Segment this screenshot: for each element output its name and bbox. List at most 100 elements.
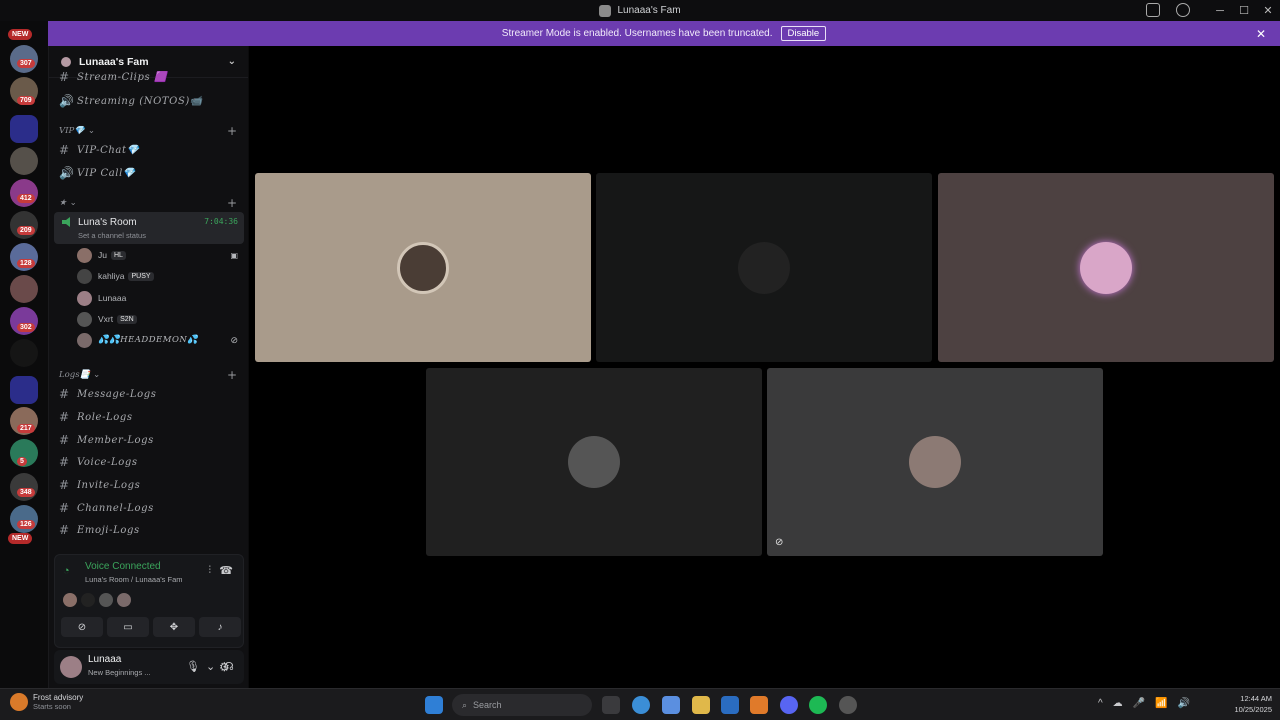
channel-vip-call[interactable]: 🔊 VIP Call💎 [59, 163, 241, 183]
participant-tile[interactable]: ⊘ [767, 368, 1103, 556]
maximize-icon[interactable]: ☐ [1232, 4, 1256, 17]
voice-user[interactable]: 💦💦HEADDEMON💦 ⊘ [77, 331, 242, 349]
noise-suppression-icon[interactable]: ⫶ [209, 565, 212, 576]
category-logs[interactable]: Logs📑 ⌄ + [59, 368, 241, 382]
file-explorer-icon[interactable] [692, 696, 710, 714]
discord-icon[interactable] [780, 696, 798, 714]
channel-label: Channel-Logs [77, 502, 154, 514]
close-icon[interactable]: ✕ [1256, 27, 1266, 41]
category-star[interactable]: ★ ⌄ + [59, 196, 241, 210]
chrome-icon[interactable] [632, 696, 650, 714]
text-channel-icon: # [59, 433, 70, 447]
inbox-icon[interactable] [1146, 3, 1160, 17]
window-title: Lunaaa's Fam [617, 5, 681, 16]
channel-member-logs[interactable]: # Member-Logs [59, 430, 241, 450]
channel-voice-logs[interactable]: # Voice-Logs [59, 452, 241, 472]
chevron-down-icon[interactable]: ⌄ [228, 56, 236, 67]
voice-channel-lunas-room[interactable]: Luna's Room 7:04:36 Set a channel status [54, 212, 244, 244]
clock-date: 10/25/2025 [1234, 705, 1272, 714]
muted-icon: ⊘ [230, 334, 238, 345]
folder-icon[interactable] [10, 115, 38, 143]
server-icon[interactable] [10, 147, 38, 175]
server-icon[interactable] [10, 339, 38, 367]
channel-label: Role-Logs [77, 411, 133, 423]
server-badge: 348 [17, 488, 35, 497]
text-channel-icon: # [59, 143, 70, 157]
server-badge: 709 [17, 96, 35, 105]
channel-status[interactable]: Set a channel status [78, 231, 146, 240]
add-channel-icon[interactable]: + [227, 124, 237, 138]
participant-tile[interactable] [938, 173, 1274, 362]
settings-gear-icon[interactable]: ⚙ [219, 660, 230, 674]
voice-user[interactable]: Lunaaa [77, 289, 242, 307]
app-icon[interactable] [839, 696, 857, 714]
app-icon [599, 4, 612, 17]
chevron-down-icon: ⌄ [87, 126, 95, 136]
channel-vip-chat[interactable]: # VIP-Chat💎 [59, 140, 241, 160]
server-rail: NEW 307 709 412 209 128 302 217 5 348 12… [0, 21, 48, 688]
spotify-icon[interactable] [809, 696, 827, 714]
task-view-icon[interactable] [602, 696, 620, 714]
chevron-down-icon[interactable]: ⌄ [206, 660, 215, 673]
channel-channel-logs[interactable]: # Channel-Logs [59, 498, 241, 518]
avatar[interactable] [60, 656, 82, 678]
server-avatar [61, 56, 71, 67]
voice-user-name: 💦💦HEADDEMON💦 [98, 335, 199, 345]
microphone-icon[interactable]: 🎙 [186, 660, 200, 673]
weather-widget[interactable]: Frost advisory Starts soon [10, 693, 83, 711]
user-tag: S2N [117, 314, 137, 324]
server-icon[interactable] [10, 275, 38, 303]
weather-alert-icon [10, 693, 28, 711]
copilot-icon[interactable] [662, 696, 680, 714]
channel-label: Invite-Logs [77, 479, 141, 491]
new-badge: NEW [8, 533, 33, 544]
channel-streaming[interactable]: 🔊 Streaming (NOTOS)📹 [59, 91, 241, 111]
channel-message-logs[interactable]: # Message-Logs [59, 384, 241, 404]
voice-channel-icon: 🔊 [59, 94, 75, 108]
voice-channel-icon: 🔊 [59, 166, 75, 180]
channel-role-logs[interactable]: # Role-Logs [59, 407, 241, 427]
channel-stream-clips[interactable]: # Stream-Clips 🟪 [59, 70, 241, 84]
store-icon[interactable] [721, 696, 739, 714]
user-status: New Beginnings ... [88, 668, 151, 677]
disconnect-icon[interactable]: ☎ [219, 564, 233, 577]
camera-off-icon[interactable]: ⊘ [61, 617, 103, 637]
add-channel-icon[interactable]: + [227, 368, 237, 382]
server-badge: 302 [17, 323, 35, 332]
text-channel-icon: # [59, 387, 70, 401]
text-channel-icon: # [59, 523, 70, 537]
voice-user[interactable]: kahliya PUSY [77, 267, 242, 285]
add-channel-icon[interactable]: + [227, 196, 237, 210]
disable-button[interactable]: Disable [780, 26, 827, 41]
server-badge: 209 [17, 226, 35, 235]
avatar [99, 593, 113, 607]
clock[interactable]: 12:44 AM 10/25/2025 [1234, 693, 1272, 715]
channel-label: VIP-Chat💎 [77, 144, 140, 156]
folder-icon[interactable] [10, 376, 38, 404]
activities-icon[interactable]: ✥ [153, 617, 195, 637]
signal-icon[interactable]: ◔ [63, 565, 70, 577]
soundboard-icon[interactable]: ♪ [199, 617, 241, 637]
channel-emoji-logs[interactable]: # Emoji-Logs [59, 520, 241, 540]
voice-user[interactable]: Ju HL ▣ [77, 246, 242, 264]
taskbar-search[interactable]: ⌕ Search [452, 694, 592, 716]
channel-label: Voice-Logs [77, 456, 138, 468]
voice-timer: 7:04:36 [204, 217, 238, 226]
participant-tile[interactable] [596, 173, 932, 362]
participant-tile[interactable] [255, 173, 591, 362]
participant-tile[interactable] [426, 368, 762, 556]
voice-user[interactable]: Vxrt S2N [77, 310, 242, 328]
muted-icon: ⊘ [775, 537, 784, 548]
text-channel-icon: # [59, 501, 70, 515]
channel-invite-logs[interactable]: # Invite-Logs [59, 475, 241, 495]
system-tray-icons[interactable]: ^☁🎤📶🔊 [1098, 698, 1200, 709]
voice-connected-subtitle[interactable]: Luna's Room / Lunaaa's Fam [85, 575, 183, 584]
minimize-icon[interactable]: ─ [1208, 5, 1232, 17]
close-window-icon[interactable]: ✕ [1256, 4, 1280, 17]
app-icon[interactable] [750, 696, 768, 714]
channel-label: Message-Logs [77, 388, 157, 400]
start-icon[interactable] [425, 696, 443, 714]
category-vip[interactable]: VIP💎 ⌄ + [59, 124, 241, 138]
help-icon[interactable] [1176, 3, 1190, 17]
screen-share-icon[interactable]: ▭ [107, 617, 149, 637]
